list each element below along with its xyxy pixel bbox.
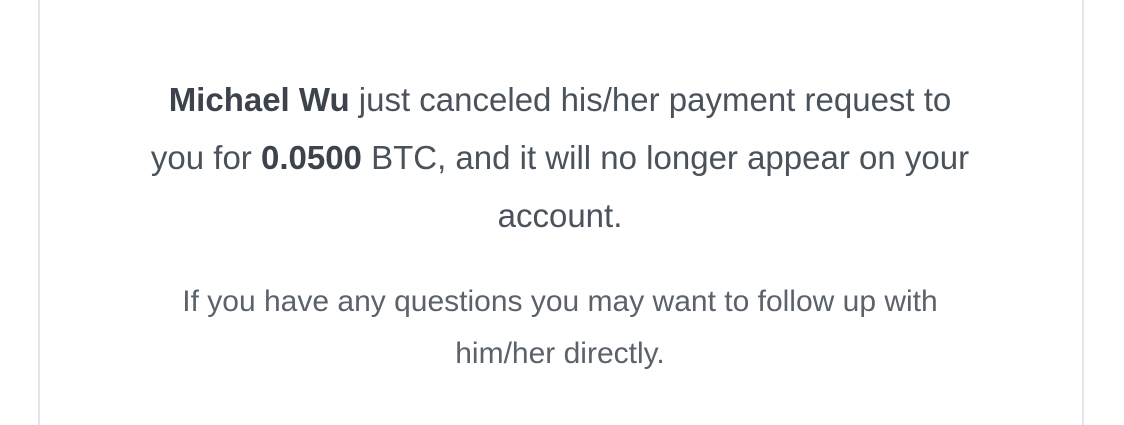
email-card: Michael Wu just canceled his/her payment…	[38, 0, 1084, 425]
cancellation-message: Michael Wu just canceled his/her payment…	[150, 71, 970, 245]
currency-code: BTC	[371, 139, 438, 176]
message-text-2: , and it will no longer appear on your a…	[437, 139, 970, 234]
email-view: Michael Wu just canceled his/her payment…	[0, 0, 1124, 425]
followup-message: If you have any questions you may want t…	[182, 285, 938, 370]
payment-amount: 0.0500	[260, 139, 362, 176]
sender-name: Michael Wu	[168, 81, 350, 118]
